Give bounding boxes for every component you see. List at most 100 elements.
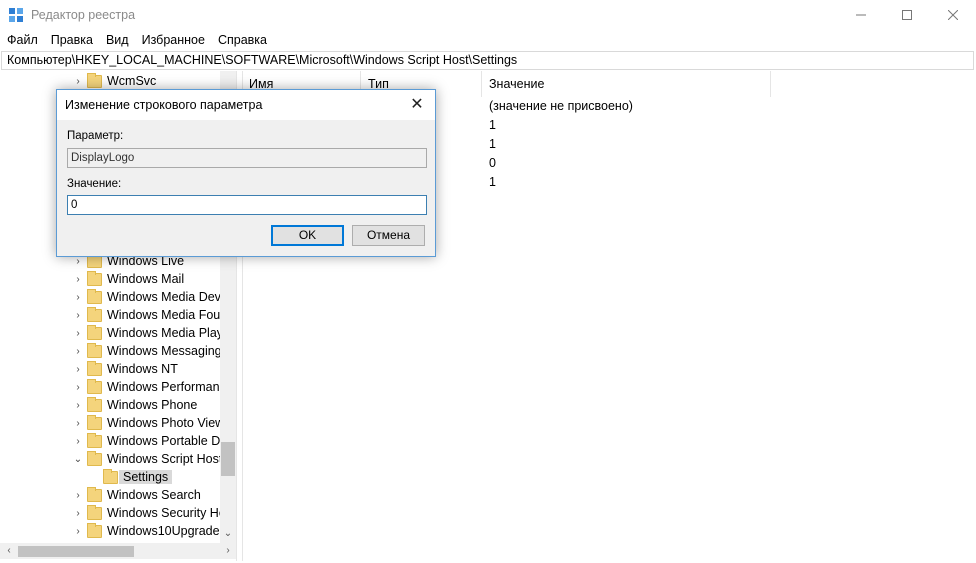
tree-item[interactable]: › Windows Mail	[0, 271, 220, 289]
value-input[interactable]: 0	[67, 195, 427, 215]
param-name-field: DisplayLogo	[67, 148, 427, 168]
tree-horizontal-scroll-thumb[interactable]	[18, 546, 134, 557]
folder-icon	[103, 469, 118, 484]
title-bar: Редактор реестра	[0, 0, 976, 30]
menu-file[interactable]: Файл	[7, 33, 38, 47]
tree-item-label: Windows Media Devi	[107, 290, 224, 304]
folder-icon	[87, 433, 102, 448]
folder-icon	[87, 523, 102, 538]
tree-item-label: Windows Search	[107, 488, 201, 502]
tree-item-label: Windows Mail	[107, 272, 185, 286]
dialog-title: Изменение строкового параметра	[65, 98, 263, 112]
value-cell[interactable]: 1	[489, 175, 496, 189]
tree-item[interactable]: › Windows Messaging	[0, 343, 222, 361]
minimize-icon	[856, 14, 866, 16]
folder-icon	[87, 361, 102, 376]
expand-arrow-icon[interactable]: ›	[72, 417, 84, 431]
tree-item[interactable]: › Windows Media Foun	[0, 307, 227, 325]
tree-item-label: Windows Media Foun	[107, 308, 228, 322]
tree-item[interactable]: › Windows NT	[0, 361, 220, 379]
tree-item[interactable]: › Windows Performanc	[0, 379, 226, 397]
scroll-down-arrow-icon[interactable]: ⌄	[220, 526, 236, 542]
tree-item-label: Windows10Upgrader	[107, 524, 224, 538]
tree-item-settings[interactable]: Settings	[0, 469, 220, 487]
cancel-button[interactable]: Отмена	[352, 225, 425, 246]
expand-arrow-icon[interactable]: ›	[72, 255, 84, 269]
close-button[interactable]	[930, 0, 976, 30]
value-cell[interactable]: 0	[489, 156, 496, 170]
value-cell[interactable]: (значение не присвоено)	[489, 99, 633, 113]
folder-icon	[87, 415, 102, 430]
tree-item-label: Windows NT	[107, 362, 178, 376]
value-cell[interactable]: 1	[489, 137, 496, 151]
scroll-left-arrow-icon[interactable]: ‹	[2, 543, 16, 559]
address-bar[interactable]: Компьютер\HKEY_LOCAL_MACHINE\SOFTWARE\Mi…	[1, 51, 974, 70]
tree-item-label: Windows Messaging	[107, 344, 222, 358]
folder-icon	[87, 451, 102, 466]
tree-item-label: Windows Media Play	[107, 326, 224, 340]
tree-item[interactable]: › Windows10Upgrader	[0, 523, 224, 541]
dialog-title-bar[interactable]: Изменение строкового параметра ✕	[57, 90, 435, 120]
edit-string-dialog: Изменение строкового параметра ✕ Парамет…	[56, 89, 436, 257]
folder-icon	[87, 343, 102, 358]
folder-icon	[87, 289, 102, 304]
folder-icon	[87, 73, 102, 88]
tree-item-label: Windows Security He	[107, 506, 226, 520]
expand-arrow-icon[interactable]: ›	[72, 363, 84, 377]
expand-arrow-icon[interactable]: ›	[72, 291, 84, 305]
value-cell[interactable]: 1	[489, 118, 496, 132]
tree-item-windows-script-host[interactable]: ⌄ Windows Script Host	[0, 451, 223, 469]
expand-arrow-icon[interactable]: ›	[72, 75, 84, 89]
dialog-close-icon[interactable]: ✕	[405, 93, 429, 117]
window-title: Редактор реестра	[31, 8, 136, 22]
maximize-icon	[902, 10, 912, 20]
menu-help[interactable]: Справка	[218, 33, 267, 47]
menu-bar: Файл Правка Вид Избранное Справка	[0, 30, 976, 50]
expand-arrow-icon[interactable]: ›	[72, 435, 84, 449]
tree-item-label: Windows Photo View	[107, 416, 225, 430]
tree-item-label: Windows Phone	[107, 398, 198, 412]
tree-item[interactable]: › Windows Media Play	[0, 325, 224, 343]
menu-view[interactable]: Вид	[106, 33, 129, 47]
column-header-value[interactable]: Значение	[483, 71, 771, 97]
param-label: Параметр:	[67, 130, 124, 142]
close-icon	[948, 10, 958, 20]
maximize-button[interactable]	[884, 0, 930, 30]
tree-item-label: WcmSvc	[107, 74, 157, 88]
expand-arrow-icon[interactable]: ›	[72, 507, 84, 521]
menu-edit[interactable]: Правка	[51, 33, 93, 47]
tree-item-label: Windows Script Host	[107, 452, 223, 466]
folder-icon	[87, 379, 102, 394]
scroll-right-arrow-icon[interactable]: ›	[220, 543, 236, 559]
folder-icon	[87, 271, 102, 286]
folder-icon	[87, 487, 102, 502]
tree-item[interactable]: › Windows Search	[0, 487, 220, 505]
tree-item-label: Settings	[119, 470, 173, 484]
tree-item[interactable]: › Windows Photo View	[0, 415, 224, 433]
folder-icon	[87, 505, 102, 520]
ok-button[interactable]: OK	[271, 225, 344, 246]
expand-arrow-icon[interactable]: ›	[72, 273, 84, 287]
folder-icon	[87, 307, 102, 322]
tree-item[interactable]: › Windows Media Devi	[0, 289, 224, 307]
tree-item[interactable]: › Windows Phone	[0, 397, 220, 415]
expand-arrow-icon[interactable]: ›	[72, 309, 84, 323]
minimize-button[interactable]	[838, 0, 884, 30]
tree-item-label: Windows Portable De	[107, 434, 228, 448]
folder-icon	[87, 325, 102, 340]
expand-arrow-icon[interactable]: ›	[72, 399, 84, 413]
tree-item[interactable]: › Windows Security He	[0, 505, 226, 523]
value-label: Значение:	[67, 178, 122, 190]
folder-icon	[87, 397, 102, 412]
expand-arrow-icon[interactable]: ›	[72, 525, 84, 539]
collapse-arrow-icon[interactable]: ⌄	[72, 453, 84, 467]
tree-item[interactable]: › Windows Portable De	[0, 433, 227, 451]
expand-arrow-icon[interactable]: ›	[72, 489, 84, 503]
registry-editor-icon	[9, 8, 23, 22]
expand-arrow-icon[interactable]: ›	[72, 345, 84, 359]
menu-favorites[interactable]: Избранное	[142, 33, 205, 47]
expand-arrow-icon[interactable]: ›	[72, 381, 84, 395]
expand-arrow-icon[interactable]: ›	[72, 327, 84, 341]
tree-item-label: Windows Performanc	[107, 380, 226, 394]
tree-vertical-scroll-thumb[interactable]	[221, 442, 235, 476]
